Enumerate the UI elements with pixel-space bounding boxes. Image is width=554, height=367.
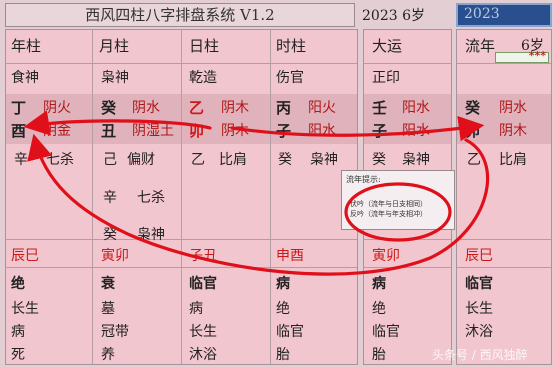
- arrow-day-branch-to-liunian: [230, 115, 485, 142]
- watermark: 头条号 / 西风独醉: [432, 348, 528, 362]
- arrow-day-to-year-top: [23, 110, 212, 136]
- popup-circle: [344, 182, 452, 242]
- arrow-liunian-to-year-branch: [27, 133, 490, 276]
- red-annotation-overlay: [23, 110, 490, 276]
